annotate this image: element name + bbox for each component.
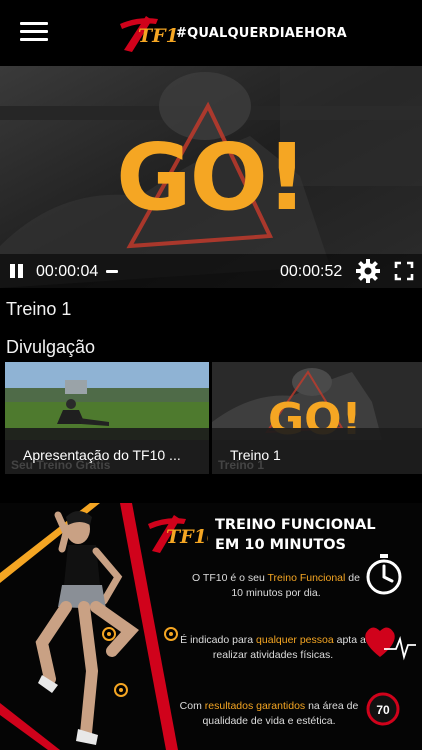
pause-icon[interactable] xyxy=(9,263,25,279)
fullscreen-icon[interactable] xyxy=(394,261,414,281)
total-time: 00:00:52 xyxy=(280,263,343,280)
gear-icon[interactable] xyxy=(355,258,381,284)
go-overlay-text: GO! xyxy=(116,124,308,231)
banner-text-3: Com resultados garantidos na área de qua… xyxy=(179,700,359,727)
video-card-treino-1[interactable]: GO! Treino 1 Treino 1 xyxy=(212,362,422,474)
promo-banner[interactable]: TF10' TREINO FUNCIONAL EM 10 MINUTOS O T… xyxy=(0,503,422,750)
bullet-dot-icon xyxy=(164,627,178,641)
score-badge-icon: 70 xyxy=(366,692,400,726)
video-player[interactable]: GO! 00:00:04 00:00:52 xyxy=(0,66,422,288)
current-time: 00:00:04 xyxy=(36,263,99,280)
bullet-dot-icon xyxy=(102,627,116,641)
stopwatch-icon xyxy=(366,554,402,595)
logo-text: TF10' xyxy=(138,25,178,47)
hamburger-menu-icon[interactable] xyxy=(20,22,48,42)
hashtag-text: #QUALQUERDIAEHORA xyxy=(176,26,347,41)
tf10-logo: TF10' xyxy=(120,16,178,52)
banner-text-2: É indicado para qualquer pessoa apta a r… xyxy=(180,634,366,661)
app-header: TF10' #QUALQUERDIAEHORA xyxy=(0,0,422,66)
logo-text: TF10' xyxy=(166,526,208,548)
video-card-label: Treino 1 xyxy=(230,447,281,463)
section-title: Divulgação xyxy=(6,337,96,357)
player-controls: 00:00:04 00:00:52 xyxy=(0,254,422,288)
banner-title: TREINO FUNCIONAL EM 10 MINUTOS xyxy=(215,517,376,553)
bullet-dot-icon xyxy=(114,683,128,697)
video-card-apresentacao[interactable]: Seu Treino Grátis Apresentação do TF10 .… xyxy=(5,362,209,474)
heart-rate-icon xyxy=(365,627,416,661)
video-card-label: Apresentação do TF10 ... xyxy=(23,447,181,463)
video-title: Treino 1 xyxy=(6,299,72,319)
tf10-logo: TF10' xyxy=(148,515,208,553)
progress-bar[interactable] xyxy=(106,270,118,273)
banner-text-1: O TF10 é o seu Treino Funcional de 10 mi… xyxy=(192,572,360,599)
badge-number: 70 xyxy=(376,703,390,717)
